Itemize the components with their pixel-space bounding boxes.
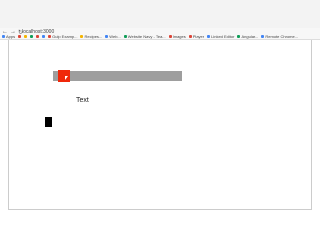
bookmark-favicon-icon	[207, 35, 211, 38]
bookmark-item[interactable]	[30, 35, 34, 38]
bookmark-label: Linked Editor	[211, 34, 235, 39]
bookmark-label: Apps	[6, 34, 16, 39]
bookmark-favicon-icon	[48, 35, 52, 38]
bookmark-item[interactable]: Website Navy - Tea...	[123, 34, 166, 39]
bottom-margin	[0, 210, 320, 240]
screenshot-frame: ← → ↻ localhost:3000 Apps Gulp Examp... Re…	[0, 0, 320, 240]
text-label: Text	[76, 97, 89, 104]
bookmark-favicon-icon	[80, 35, 84, 38]
bookmark-item[interactable]	[18, 35, 22, 38]
bookmark-label: Gulp Examp...	[52, 34, 78, 39]
bookmark-favicon-icon	[237, 35, 241, 38]
bookmark-item[interactable]: Linked Editor	[207, 34, 234, 39]
bookmark-favicon-icon	[18, 35, 22, 38]
bookmark-favicon-icon	[123, 35, 127, 38]
bookmark-item[interactable]: Recipes...	[80, 34, 102, 39]
bookmark-label: Remote Chrome...	[265, 34, 299, 39]
bookmark-favicon-icon	[36, 35, 40, 38]
bookmark-item[interactable]: Web...	[105, 34, 121, 39]
slider-track[interactable]	[53, 71, 182, 81]
bookmark-item[interactable]: Gulp Examp...	[48, 34, 77, 39]
right-margin	[312, 40, 320, 210]
bookmark-item[interactable]: Angular...	[237, 34, 258, 39]
bookmark-label: Images	[172, 34, 186, 39]
page-viewport	[8, 40, 312, 210]
bookmark-label: Player	[192, 34, 205, 39]
bookmark-favicon-icon	[188, 35, 192, 38]
mouse-cursor-icon	[65, 76, 68, 80]
bookmark-item[interactable]: Apps	[2, 34, 15, 39]
bookmark-item[interactable]	[36, 35, 40, 38]
bookmark-item[interactable]	[24, 35, 28, 38]
browser-chrome: ← → ↻ localhost:3000 Apps Gulp Examp... Re…	[0, 0, 320, 40]
bookmark-favicon-icon	[105, 35, 109, 38]
bookmark-favicon-icon	[24, 35, 28, 38]
bookmark-label: Angular...	[241, 34, 259, 39]
bookmark-favicon-icon	[2, 35, 5, 38]
bookmark-item[interactable]: Remote Chrome...	[261, 34, 298, 39]
black-box[interactable]	[45, 117, 52, 127]
bookmark-item[interactable]: Images	[168, 34, 186, 39]
bookmark-label: Website Navy - Tea...	[127, 34, 166, 39]
bookmark-label: Recipes...	[84, 34, 103, 39]
tab-bar	[0, 0, 320, 28]
bookmark-item[interactable]: Player	[188, 34, 205, 39]
left-margin	[0, 40, 8, 210]
bookmark-favicon-icon	[261, 35, 265, 38]
bookmark-favicon-icon	[30, 35, 34, 38]
bookmark-favicon-icon	[42, 35, 46, 38]
slider-handle[interactable]	[58, 70, 70, 82]
bookmark-favicon-icon	[168, 35, 172, 38]
bookmark-item[interactable]	[42, 35, 46, 38]
bookmark-label: Web...	[109, 34, 121, 39]
